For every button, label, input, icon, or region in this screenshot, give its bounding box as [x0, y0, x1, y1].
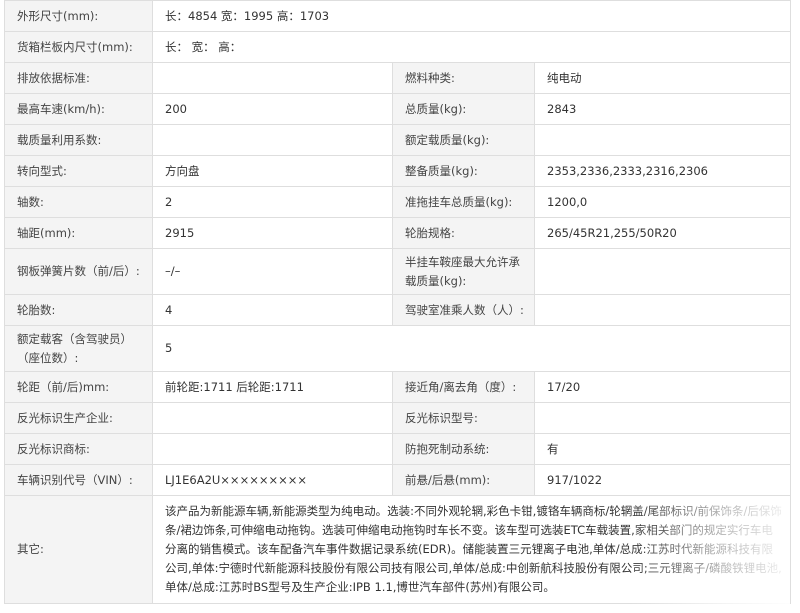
vehicle-spec-table: 外形尺寸(mm): 长：4854 宽：1995 高：1703 货箱栏板内尺寸(m… [4, 0, 792, 604]
spec-label: 反光标识型号: [392, 402, 535, 434]
spec-value: 2353,2336,2333,2316,2306 [533, 155, 792, 187]
spec-value [152, 62, 393, 94]
spec-value: 长：4854 宽：1995 高：1703 [151, 0, 792, 32]
spec-label: 准拖挂车总质量(kg): [392, 186, 535, 218]
spec-row: 轮胎数: 4 驾驶室准乘人数（人）: [4, 294, 792, 326]
spec-label: 半挂车鞍座最大允许承载质量(kg): [392, 248, 535, 295]
spec-label: 转向型式: [4, 155, 153, 187]
spec-value: 17/20 [533, 371, 792, 403]
spec-label: 钢板弹簧片数（前/后）: [4, 248, 153, 295]
spec-label: 整备质量(kg): [392, 155, 535, 187]
spec-value: 917/1022 [533, 464, 792, 496]
spec-label: 前悬/后悬(mm): [392, 464, 535, 496]
spec-label: 接近角/离去角（度）: [392, 371, 535, 403]
spec-label: 额定载质量(kg): [392, 124, 535, 156]
spec-row-dimensions: 外形尺寸(mm): 长：4854 宽：1995 高：1703 [4, 0, 792, 32]
spec-value [533, 402, 792, 434]
spec-label: 轮距（前/后)mm: [4, 371, 153, 403]
spec-value: 4 [152, 294, 393, 326]
spec-row: 钢板弹簧片数（前/后）: –/– 半挂车鞍座最大允许承载质量(kg): [4, 248, 792, 295]
spec-row: 轴距(mm): 2915 轮胎规格: 265/45R21,255/50R20 [4, 217, 792, 249]
spec-label: 外形尺寸(mm): [4, 0, 153, 32]
spec-label: 反光标识生产企业: [4, 402, 153, 434]
spec-label: 轮胎数: [4, 294, 153, 326]
spec-value: 纯电动 [533, 62, 792, 94]
spec-value: 长： 宽： 高： [151, 31, 792, 63]
spec-row: 车辆识别代号（VIN）: LJ1E6A2U××××××××× 前悬/后悬(mm)… [4, 464, 792, 496]
spec-value [533, 248, 792, 295]
spec-label: 反光标识商标: [4, 433, 153, 465]
spec-row: 反光标识商标: 防抱死制动系统: 有 [4, 433, 792, 465]
spec-label: 燃料种类: [392, 62, 535, 94]
spec-value: 有 [533, 433, 792, 465]
spec-row: 轮距（前/后)mm: 前轮距:1711 后轮距:1711 接近角/离去角（度）:… [4, 371, 792, 403]
spec-row: 轴数: 2 准拖挂车总质量(kg): 1200,0 [4, 186, 792, 218]
spec-value [152, 433, 393, 465]
spec-value: 1200,0 [533, 186, 792, 218]
spec-value: –/– [152, 248, 393, 295]
spec-row-cargo-box: 货箱栏板内尺寸(mm): 长： 宽： 高： [4, 31, 792, 63]
spec-label: 驾驶室准乘人数（人）: [392, 294, 535, 326]
spec-label: 防抱死制动系统: [392, 433, 535, 465]
spec-value [533, 124, 792, 156]
spec-label: 轴数: [4, 186, 153, 218]
spec-value [152, 402, 393, 434]
spec-row-other: 其它: 该产品为新能源车辆,新能源类型为纯电动。选装:不同外观轮辋,彩色卡钳,镀… [4, 495, 792, 604]
spec-label: 货箱栏板内尺寸(mm): [4, 31, 153, 63]
spec-label: 载质量利用系数: [4, 124, 153, 156]
spec-value [152, 124, 393, 156]
spec-label: 排放依据标准: [4, 62, 153, 94]
spec-label: 轮胎规格: [392, 217, 535, 249]
spec-row: 排放依据标准: 燃料种类: 纯电动 [4, 62, 792, 94]
spec-label: 最高车速(km/h): [4, 93, 153, 125]
spec-value: 265/45R21,255/50R20 [533, 217, 792, 249]
spec-value: LJ1E6A2U××××××××× [152, 464, 393, 496]
spec-row-seats: 额定载客（含驾驶员）（座位数）: 5 [4, 325, 792, 372]
spec-value [533, 294, 792, 326]
spec-value: 方向盘 [152, 155, 393, 187]
spec-value: 5 [151, 325, 792, 372]
other-notes-text: 该产品为新能源车辆,新能源类型为纯电动。选装:不同外观轮辋,彩色卡钳,镀铬车辆商… [151, 495, 792, 604]
spec-label: 轴距(mm): [4, 217, 153, 249]
spec-label: 车辆识别代号（VIN）: [4, 464, 153, 496]
spec-row: 载质量利用系数: 额定载质量(kg): [4, 124, 792, 156]
spec-value: 前轮距:1711 后轮距:1711 [152, 371, 393, 403]
spec-label: 额定载客（含驾驶员）（座位数）: [4, 325, 153, 372]
spec-value: 2915 [152, 217, 393, 249]
spec-value: 2 [152, 186, 393, 218]
spec-row: 转向型式: 方向盘 整备质量(kg): 2353,2336,2333,2316,… [4, 155, 792, 187]
spec-row: 最高车速(km/h): 200 总质量(kg): 2843 [4, 93, 792, 125]
spec-label: 总质量(kg): [392, 93, 535, 125]
spec-value: 2843 [533, 93, 792, 125]
spec-row: 反光标识生产企业: 反光标识型号: [4, 402, 792, 434]
spec-label: 其它: [4, 495, 153, 604]
spec-value: 200 [152, 93, 393, 125]
